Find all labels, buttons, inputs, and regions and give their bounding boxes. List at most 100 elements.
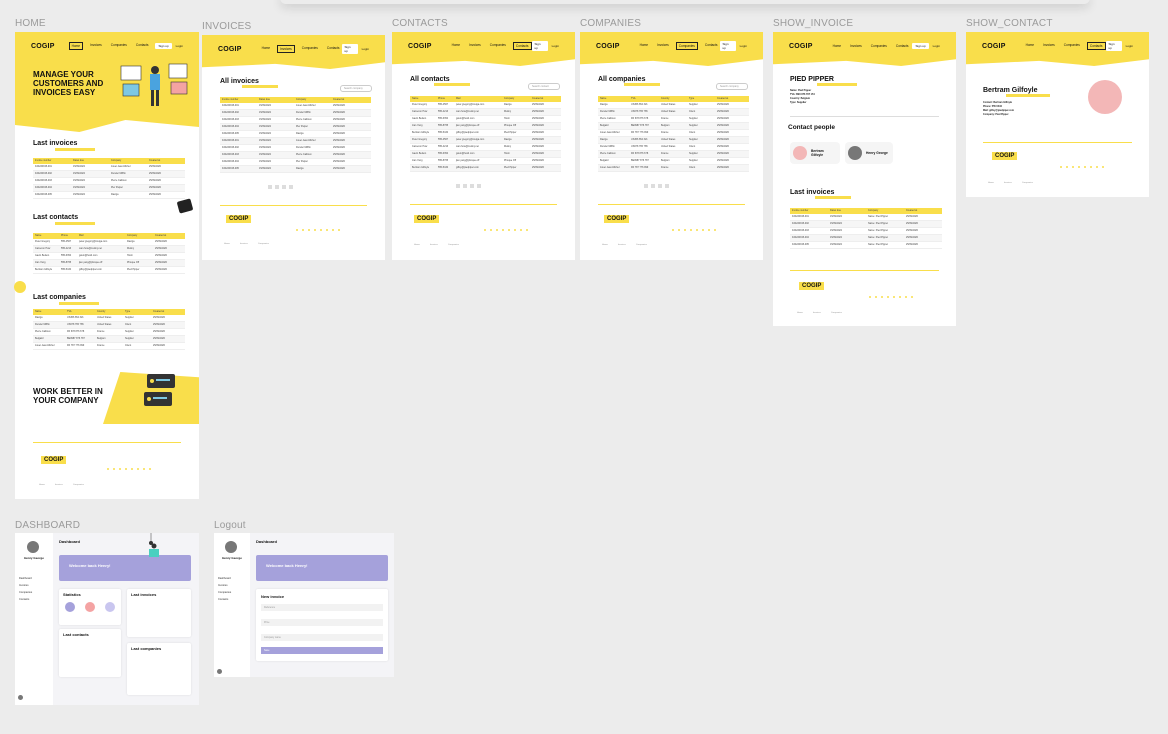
table-row[interactable]: Raviga US456 654 321 United States Supplier… [33,315,185,322]
sidebar-item-contacts[interactable]: Contacts [218,596,231,603]
login-button[interactable]: Login [176,44,183,48]
table-row[interactable]: Dunder Mifflin US678 765 765 United States… [598,144,749,151]
logo[interactable]: COGIP [218,46,242,53]
table-row[interactable]: Jouet Jean-Michel FR 787 776 999 France Cli… [598,165,749,172]
table-row[interactable]: Cameron How 555-4213 cam.how@mutiny.net Mut… [410,144,561,151]
table-row[interactable]: F20220915-004 15/09/2022 Pier Papier 25/09/… [33,185,185,192]
table-row[interactable]: F20220915-005 15/09/2022 Name: Pied Pipper… [790,242,942,249]
footer-link[interactable]: Home [414,244,420,246]
footer-link[interactable]: Companies [73,484,84,486]
sidebar-item-invoices[interactable]: Invoices [19,582,32,589]
nav-home[interactable]: Home [638,42,651,50]
table-row[interactable]: F20220915-004 15/09/2022 Name: Pied Pipper… [790,235,942,242]
login-button[interactable]: Login [1126,44,1133,48]
signup-button[interactable]: Sign up [341,44,358,54]
nav-contacts[interactable]: Contacts [1086,42,1106,50]
footer-logo[interactable]: COGIP [414,215,440,223]
table-row[interactable]: F20220915-004 15/09/2022 Pier Papier 25/09/… [220,124,371,131]
sidebar-item-companies[interactable]: Companies [218,589,231,596]
table-row[interactable]: Bertram Gilfoyle 555-5434 gilfoy@piedpiper… [33,267,185,274]
sidebar-item-dashboard[interactable]: Dashboard [218,575,231,582]
footer-link[interactable]: Companies [448,244,459,246]
logo[interactable]: COGIP [596,43,620,50]
footer-link[interactable]: Invoices [1004,182,1012,184]
sidebar-item-contacts[interactable]: Contacts [19,596,32,603]
table-row[interactable]: Cameron How 555-4213 cam.how@mutiny.net Mut… [410,109,561,116]
nav-invoices[interactable]: Invoices [1041,42,1057,50]
footer-link[interactable]: Companies [831,312,842,314]
nav-invoices[interactable]: Invoices [277,45,295,53]
nav-companies[interactable]: Companies [1062,42,1082,50]
table-row[interactable]: Jian Yang 555-8765 jian.yang@phoque.off Pho… [410,158,561,165]
save-button[interactable]: Save [261,647,383,654]
pagination[interactable] [644,184,669,188]
footer-link[interactable]: Home [39,484,45,486]
table-row[interactable]: Gavin Belson 555-6354 gavin@hooli.com Hooli… [410,116,561,123]
nav-companies[interactable]: Companies [869,43,889,49]
frame-label-dashboard[interactable]: DASHBOARD [15,520,80,531]
table-row[interactable]: F20220915-005 15/09/2022 Raviga 25/09/2020 [220,131,371,138]
sidebar-item-companies[interactable]: Companies [19,589,32,596]
footer-link[interactable]: Invoices [813,312,821,314]
footer-link[interactable]: Invoices [240,243,248,245]
pagination[interactable] [456,184,481,188]
nav-companies[interactable]: Companies [109,42,129,50]
frame-label-invoices[interactable]: INVOICES [202,21,251,32]
table-row[interactable]: F20220915-001 15/09/2022 Jouet Jean-Michel… [33,164,185,171]
table-row[interactable]: Jian Yang 555-8765 jian.yang@phoque.off Pho… [410,123,561,130]
footer-logo[interactable]: COGIP [799,282,825,290]
table-row[interactable]: F20220915-002 15/09/2022 Name: Pied Pipper… [790,221,942,228]
table-row[interactable]: Bertram Gilfoyle 555-5434 gilfoy@piedpiper… [410,165,561,172]
nav-invoices[interactable]: Invoices [467,42,483,50]
table-row[interactable]: Cameron How 555-4213 cam.how@mutiny.net Mut… [33,246,185,253]
table-row[interactable]: F20220915-004 15/09/2022 Pier Papier 25/09/… [220,159,371,166]
frame-label-home[interactable]: HOME [15,18,46,29]
table-row[interactable]: F20220915-001 15/09/2022 Jouet Jean-Michel… [220,138,371,145]
table-row[interactable]: Dunder Mifflin US678 765 765 United States… [33,322,185,329]
frame-label-show-contact[interactable]: SHOW_CONTACT [966,18,1053,29]
table-row[interactable]: Belgalol BE0987 876 787 Belgium Supplier 25/… [598,158,749,165]
price-field[interactable]: Price [261,619,383,626]
signup-button[interactable]: Sign up [912,43,929,49]
signup-button[interactable]: Sign up [531,41,548,51]
nav-home[interactable]: Home [68,42,84,50]
person-card[interactable]: Bertram Gilfoyle [790,142,840,164]
signup-button[interactable]: Sign up [1105,41,1122,51]
table-row[interactable]: Dunder Mifflin US678 765 765 United States… [598,109,749,116]
login-button[interactable]: Login [362,47,369,51]
reference-field[interactable]: Reference [261,604,383,611]
search-input[interactable]: Search company [716,83,748,90]
frame-label-show-invoice[interactable]: SHOW_INVOICE [773,18,853,29]
person-card[interactable]: Henry George [845,142,893,164]
footer-link[interactable]: Companies [1022,182,1033,184]
nav-companies[interactable]: Companies [675,42,698,50]
search-input[interactable]: Search company [340,85,372,92]
footer-link[interactable]: Home [224,243,230,245]
search-input[interactable]: Search contact [528,83,560,90]
table-row[interactable]: Peter Gregory 555-4567 peter.gregory@ravig… [33,239,185,246]
footer-link[interactable]: Companies [258,243,269,245]
sidebar-item-invoices[interactable]: Invoices [218,582,231,589]
footer-logo[interactable]: COGIP [604,215,630,223]
company-select[interactable]: Company name [261,634,383,641]
login-button[interactable]: Login [552,44,559,48]
footer-link[interactable]: Home [797,312,803,314]
signup-button[interactable]: Sign up [719,41,736,51]
signup-button[interactable]: Sign up [155,43,172,49]
nav-contacts[interactable]: Contacts [325,45,342,53]
nav-home[interactable]: Home [260,45,273,53]
footer-link[interactable]: Home [988,182,994,184]
table-row[interactable]: Raviga US456 654 321 United States Supplier… [598,102,749,109]
nav-contacts[interactable]: Contacts [703,42,720,50]
table-row[interactable]: Peter Gregory 555-4567 peter.gregory@ravig… [410,137,561,144]
nav-contacts[interactable]: Contacts [134,42,151,50]
frame-label-logout[interactable]: Logout [214,520,246,531]
nav-invoices[interactable]: Invoices [848,43,864,49]
table-row[interactable]: Raviga US456 654 321 United States Supplier… [598,137,749,144]
login-button[interactable]: Login [933,44,940,48]
login-button[interactable]: Login [740,44,747,48]
table-row[interactable]: F20220915-005 15/09/2022 Raviga 25/09/2020 [33,192,185,199]
footer-logo[interactable]: COGIP [226,215,252,223]
nav-home[interactable]: Home [1024,42,1037,50]
sidebar-item-dashboard[interactable]: Dashboard [19,575,32,582]
